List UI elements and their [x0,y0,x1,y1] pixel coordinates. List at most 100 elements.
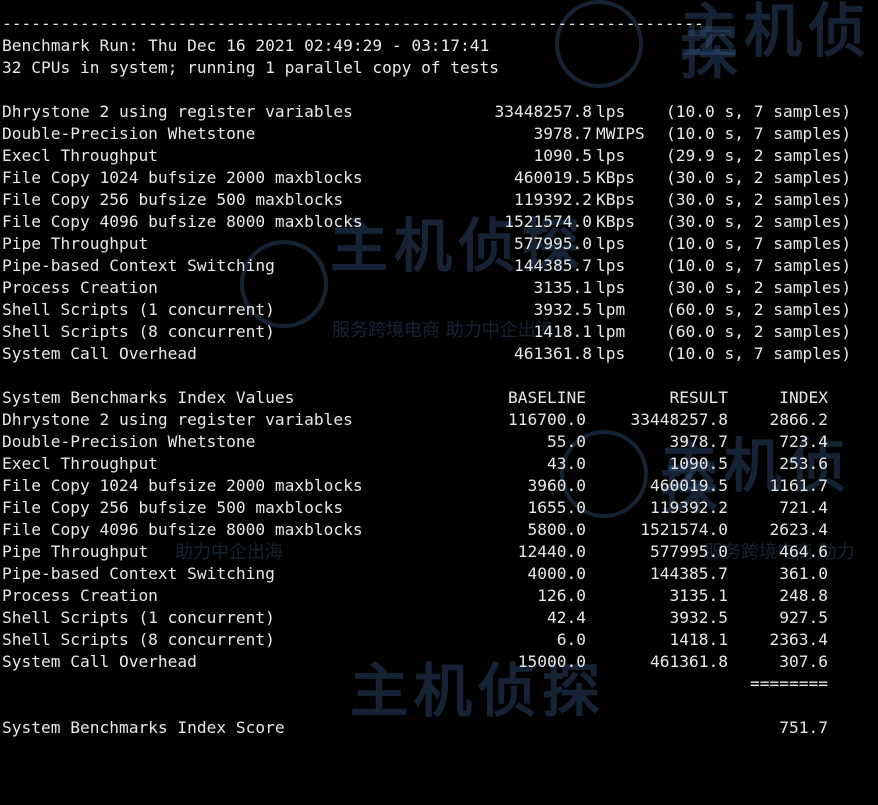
score-value: 751.7 [779,718,828,737]
index-row: Dhrystone 2 using register variables 1167… [2,409,876,431]
index-baseline: 42.4 [547,608,586,627]
index-value: 253.6 [779,454,828,473]
index-result: 1090.5 [669,454,728,473]
index-name: Execl Throughput [2,454,158,473]
result-value: 3932.5 [533,300,592,319]
index-row: Process Creation 126.0 3135.1 248.8 [2,585,876,607]
result-value: 144385.7 [514,256,592,275]
result-note: (10.0 s, 7 samples) [666,344,852,363]
index-baseline: 15000.0 [517,652,586,671]
result-row: File Copy 1024 bufsize 2000 maxblocks 460… [2,167,876,189]
index-result: 3135.1 [669,586,728,605]
result-row: Dhrystone 2 using register variables 3344… [2,101,876,123]
result-note: (10.0 s, 7 samples) [666,102,852,121]
index-value: 2866.2 [769,410,828,429]
result-row: Shell Scripts (8 concurrent) 1418.1 lpm (60… [2,321,876,343]
index-name: Shell Scripts (8 concurrent) [2,630,275,649]
index-baseline: 3960.0 [527,476,586,495]
index-title: System Benchmarks Index Values [2,388,295,407]
index-row: File Copy 256 bufsize 500 maxblocks 1655.… [2,497,876,519]
result-name: Shell Scripts (1 concurrent) [2,300,275,319]
index-result: 461361.8 [650,652,728,671]
result-unit: lps [596,344,626,363]
result-note: (30.0 s, 2 samples) [666,190,852,209]
index-value: 2363.4 [769,630,828,649]
index-baseline: 43.0 [547,454,586,473]
index-result: 119392.2 [650,498,728,517]
result-value: 1521574.0 [504,212,592,231]
index-value: 1161.7 [769,476,828,495]
result-value: 577995.0 [514,234,592,253]
result-unit: lps [596,234,626,253]
result-value: 119392.2 [514,190,592,209]
index-value: 464.6 [779,542,828,561]
result-value: 3135.1 [533,278,592,297]
result-unit: lps [596,146,626,165]
index-row: Double-Precision Whetstone 55.0 3978.7 723.… [2,431,876,453]
result-note: (29.9 s, 2 samples) [666,146,852,165]
result-note: (30.0 s, 2 samples) [666,212,852,231]
index-baseline: 116700.0 [508,410,586,429]
result-note: (30.0 s, 2 samples) [666,278,852,297]
index-baseline: 1655.0 [527,498,586,517]
index-value: 927.5 [779,608,828,627]
index-row: File Copy 1024 bufsize 2000 maxblocks 396… [2,475,876,497]
result-row: Execl Throughput 1090.5 lps (29.9 s, 2 samp… [2,145,876,167]
index-value: 723.4 [779,432,828,451]
index-baseline: 12440.0 [517,542,586,561]
result-value: 3978.7 [533,124,592,143]
index-result: 577995.0 [650,542,728,561]
result-note: (60.0 s, 2 samples) [666,300,852,319]
result-note: (60.0 s, 2 samples) [666,322,852,341]
result-row: Process Creation 3135.1 lps (30.0 s, 2 samp… [2,277,876,299]
index-value: 721.4 [779,498,828,517]
result-name: File Copy 4096 bufsize 8000 maxblocks [2,212,363,231]
terminal-output: ----------------------------------------… [2,13,876,739]
index-name: Shell Scripts (1 concurrent) [2,608,275,627]
index-table: Dhrystone 2 using register variables 1167… [2,409,876,673]
index-row: File Copy 4096 bufsize 8000 maxblocks 580… [2,519,876,541]
index-result: 460019.5 [650,476,728,495]
index-header-row: System Benchmarks Index Values BASELINE … [2,387,876,409]
result-row: Double-Precision Whetstone 3978.7 MWIPS (10… [2,123,876,145]
index-row: Pipe-based Context Switching 4000.0 144385… [2,563,876,585]
index-baseline: 4000.0 [527,564,586,583]
index-name: System Call Overhead [2,652,197,671]
index-value: 2623.4 [769,520,828,539]
result-unit: lps [596,256,626,275]
col-baseline-header: BASELINE [508,388,586,407]
result-name: File Copy 256 bufsize 500 maxblocks [2,190,344,209]
result-value: 461361.8 [514,344,592,363]
result-row: File Copy 4096 bufsize 8000 maxblocks 152… [2,211,876,233]
score-underline-row: ======== [2,673,876,695]
benchmark-run-line: Benchmark Run: Thu Dec 16 2021 02:49:29 … [2,36,490,55]
result-unit: KBps [596,168,635,187]
index-value: 248.8 [779,586,828,605]
result-note: (10.0 s, 7 samples) [666,234,852,253]
index-result: 1521574.0 [640,520,728,539]
index-row: System Call Overhead 15000.0 461361.8 307.6 [2,651,876,673]
result-unit: lpm [596,300,626,319]
index-result: 1418.1 [669,630,728,649]
index-baseline: 55.0 [547,432,586,451]
index-baseline: 126.0 [537,586,586,605]
result-unit: lpm [596,322,626,341]
index-name: Process Creation [2,586,158,605]
result-name: Shell Scripts (8 concurrent) [2,322,275,341]
index-baseline: 6.0 [556,630,586,649]
index-row: Execl Throughput 43.0 1090.5 253.6 [2,453,876,475]
result-value: 460019.5 [514,168,592,187]
result-name: File Copy 1024 bufsize 2000 maxblocks [2,168,363,187]
index-value: 307.6 [779,652,828,671]
result-unit: lps [596,278,626,297]
index-baseline: 5800.0 [527,520,586,539]
result-value: 1090.5 [533,146,592,165]
result-name: Pipe-based Context Switching [2,256,275,275]
index-name: Pipe Throughput [2,542,149,561]
index-row: Shell Scripts (8 concurrent) 6.0 1418.1 236… [2,629,876,651]
index-name: Dhrystone 2 using register variables [2,410,353,429]
index-name: Double-Precision Whetstone [2,432,256,451]
result-name: Execl Throughput [2,146,158,165]
